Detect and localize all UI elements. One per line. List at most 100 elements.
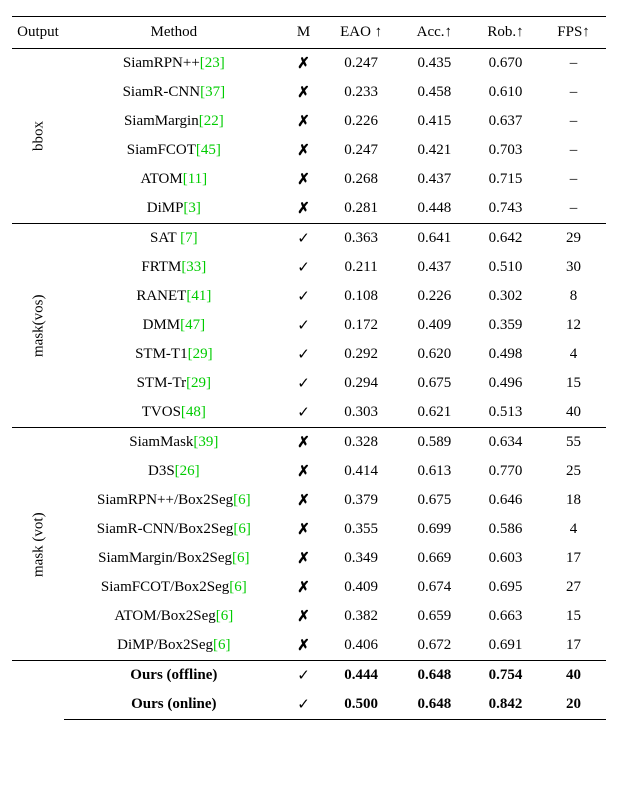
table-row: SiamFCOT[45]0.2470.4210.703– (12, 136, 606, 165)
eao-cell: 0.409 (323, 573, 398, 602)
fps-cell: – (541, 194, 606, 224)
col-m: M (284, 17, 324, 49)
method-name: SiamMask (129, 434, 193, 450)
eao-cell: 0.500 (323, 690, 398, 720)
table-row: mask (vot)SiamMask[39]0.3280.5890.63455 (12, 428, 606, 458)
table-row: RANET[41]✓0.1080.2260.3028 (12, 282, 606, 311)
mask-flag (284, 194, 324, 224)
method-name: SiamFCOT/Box2Seg (101, 579, 229, 595)
method-cell: SiamR-CNN[37] (64, 78, 284, 107)
col-acc: Acc.↑ (399, 17, 470, 49)
citation-ref: [23] (200, 55, 225, 71)
cross-icon (297, 636, 310, 655)
eao-cell: 0.349 (323, 544, 398, 573)
fps-cell: 12 (541, 311, 606, 340)
table-body: bboxSiamRPN++[23]0.2470.4350.670–SiamR-C… (12, 49, 606, 720)
acc-cell: 0.699 (399, 515, 470, 544)
acc-cell: 0.659 (399, 602, 470, 631)
check-icon: ✓ (297, 346, 310, 363)
col-method: Method (64, 17, 284, 49)
check-icon: ✓ (297, 230, 310, 247)
citation-ref: [6] (229, 579, 247, 595)
table-row: ATOM[11]0.2680.4370.715– (12, 165, 606, 194)
fps-cell: 15 (541, 369, 606, 398)
table-row: Ours (offline)✓0.4440.6480.75440 (12, 661, 606, 691)
eao-cell: 0.294 (323, 369, 398, 398)
eao-cell: 0.247 (323, 49, 398, 79)
cross-icon (297, 54, 310, 73)
fps-cell: 8 (541, 282, 606, 311)
method-name: DiMP/Box2Seg (117, 637, 213, 653)
acc-cell: 0.226 (399, 282, 470, 311)
cross-icon (297, 607, 310, 626)
method-name: SAT (150, 230, 176, 246)
method-cell: SiamMask[39] (64, 428, 284, 458)
fps-cell: 40 (541, 661, 606, 691)
citation-ref: [29] (188, 346, 213, 362)
rob-cell: 0.498 (470, 340, 541, 369)
rob-cell: 0.663 (470, 602, 541, 631)
rob-cell: 0.510 (470, 253, 541, 282)
rob-cell: 0.496 (470, 369, 541, 398)
method-cell: SiamFCOT[45] (64, 136, 284, 165)
eao-cell: 0.303 (323, 398, 398, 428)
method-cell: SiamMargin[22] (64, 107, 284, 136)
rob-cell: 0.634 (470, 428, 541, 458)
mask-flag: ✓ (284, 340, 324, 369)
eao-cell: 0.247 (323, 136, 398, 165)
mask-flag: ✓ (284, 224, 324, 254)
rob-cell: 0.302 (470, 282, 541, 311)
citation-ref: [48] (181, 404, 206, 420)
table-row: D3S[26]0.4140.6130.77025 (12, 457, 606, 486)
method-name: FRTM (141, 259, 181, 275)
mask-flag (284, 428, 324, 458)
cross-icon (297, 141, 310, 160)
group-label: bbox (12, 49, 64, 224)
eao-cell: 0.363 (323, 224, 398, 254)
table-row: DiMP[3]0.2810.4480.743– (12, 194, 606, 224)
mask-flag: ✓ (284, 282, 324, 311)
col-fps: FPS↑ (541, 17, 606, 49)
mask-flag (284, 457, 324, 486)
method-cell: SiamRPN++[23] (64, 49, 284, 79)
check-icon: ✓ (297, 375, 310, 392)
acc-cell: 0.415 (399, 107, 470, 136)
acc-cell: 0.409 (399, 311, 470, 340)
acc-cell: 0.641 (399, 224, 470, 254)
cross-icon (297, 491, 310, 510)
table-row: SiamRPN++/Box2Seg[6]0.3790.6750.64618 (12, 486, 606, 515)
fps-cell: 30 (541, 253, 606, 282)
cross-icon (297, 462, 310, 481)
acc-cell: 0.458 (399, 78, 470, 107)
mask-flag (284, 544, 324, 573)
fps-cell: 4 (541, 515, 606, 544)
acc-cell: 0.448 (399, 194, 470, 224)
cross-icon (297, 112, 310, 131)
acc-cell: 0.620 (399, 340, 470, 369)
table-row: SiamR-CNN/Box2Seg[6]0.3550.6990.5864 (12, 515, 606, 544)
rob-cell: 0.513 (470, 398, 541, 428)
method-cell: ATOM[11] (64, 165, 284, 194)
rob-cell: 0.770 (470, 457, 541, 486)
table-row: Ours (online)✓0.5000.6480.84220 (12, 690, 606, 720)
citation-ref: [33] (181, 259, 206, 275)
rob-cell: 0.703 (470, 136, 541, 165)
rob-cell: 0.586 (470, 515, 541, 544)
acc-cell: 0.669 (399, 544, 470, 573)
citation-ref: [6] (233, 492, 251, 508)
acc-cell: 0.589 (399, 428, 470, 458)
method-cell: SAT [7] (64, 224, 284, 254)
check-icon: ✓ (297, 259, 310, 276)
citation-ref: [6] (213, 637, 231, 653)
acc-cell: 0.421 (399, 136, 470, 165)
mask-flag: ✓ (284, 661, 324, 691)
citation-ref: [6] (216, 608, 234, 624)
method-name: DMM (143, 317, 181, 333)
citation-ref: [6] (233, 521, 251, 537)
fps-cell: 17 (541, 631, 606, 661)
fps-cell: 29 (541, 224, 606, 254)
cross-icon (297, 199, 310, 218)
table-row: TVOS[48]✓0.3030.6210.51340 (12, 398, 606, 428)
mask-flag: ✓ (284, 690, 324, 720)
acc-cell: 0.435 (399, 49, 470, 79)
